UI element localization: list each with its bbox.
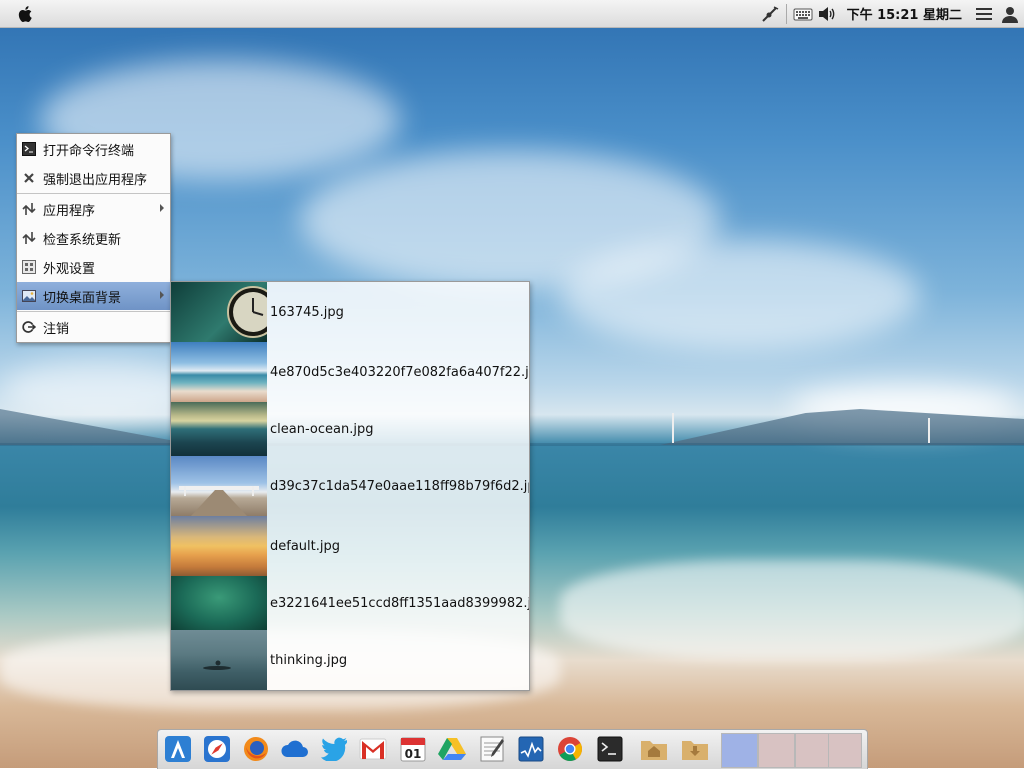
- picture-icon: [22, 289, 36, 303]
- submenu-arrow-icon: [160, 291, 164, 299]
- menu-separator: [17, 193, 170, 194]
- wallpaper-thumbnail: [171, 456, 267, 516]
- home-folder-icon[interactable]: [639, 734, 669, 764]
- calendar-icon[interactable]: 01: [398, 734, 428, 764]
- wallpaper-thumbnail: [171, 516, 267, 576]
- downloads-folder-icon[interactable]: [680, 734, 710, 764]
- arrows-icon: [22, 231, 36, 245]
- menu-separator: [17, 311, 170, 312]
- menu-item-label: 应用程序: [43, 203, 96, 219]
- menu-item-label: 切换桌面背景: [43, 290, 122, 306]
- wallpaper-item[interactable]: clean-ocean.jpg: [171, 402, 529, 456]
- menu-item-check-updates[interactable]: 检查系统更新: [17, 224, 170, 252]
- terminal-icon: [22, 142, 36, 156]
- cloud: [560, 240, 920, 350]
- menu-lines-icon[interactable]: [972, 0, 996, 27]
- wallpaper-thumbnail: [171, 282, 267, 342]
- wallpaper-filename: 4e870d5c3e403220f7e082fa6a407f22.jpg: [270, 364, 530, 380]
- clock[interactable]: 下午 15:21 星期二: [847, 4, 962, 23]
- wallpaper-submenu: 163745.jpg 4e870d5c3e403220f7e082fa6a407…: [170, 281, 530, 691]
- sailboat: [672, 413, 674, 443]
- chrome-icon[interactable]: [555, 734, 585, 764]
- calendar-day: 01: [404, 747, 422, 761]
- wallpaper-thumbnail: [171, 402, 267, 456]
- menu-item-label: 检查系统更新: [43, 232, 122, 248]
- tray-divider: [785, 3, 787, 24]
- safari-icon[interactable]: [202, 734, 232, 764]
- dock: 01: [157, 729, 868, 769]
- gmail-icon[interactable]: [358, 734, 388, 764]
- menu-item-force-quit[interactable]: 强制退出应用程序: [17, 164, 170, 192]
- menu-item-appearance[interactable]: 外观设置: [17, 253, 170, 281]
- wallpaper-filename: thinking.jpg: [270, 652, 348, 668]
- desktop-context-menu: 打开命令行终端 强制退出应用程序 应用程序 检查系统更新 外观设置 切换桌面背景: [16, 133, 171, 343]
- volume-icon[interactable]: [815, 0, 839, 27]
- wallpaper-item[interactable]: e3221641ee51ccd8ff1351aad8399982.jpg: [171, 576, 529, 630]
- firefox-icon[interactable]: [241, 734, 271, 764]
- wallpaper-item[interactable]: d39c37c1da547e0aae118ff98b79f6d2.jpg: [171, 456, 529, 516]
- wallpaper-item[interactable]: thinking.jpg: [171, 630, 529, 690]
- surf-foam: [560, 560, 1024, 660]
- workspace-3[interactable]: [795, 733, 832, 768]
- wallpaper-filename: 163745.jpg: [270, 304, 344, 320]
- wallpaper-thumbnail: [171, 630, 267, 690]
- system-tray: 下午 15:21 星期二: [758, 0, 1024, 27]
- system-monitor-icon[interactable]: [516, 734, 546, 764]
- wallpaper-thumbnail: [171, 342, 267, 402]
- twitter-icon[interactable]: [319, 734, 349, 764]
- menu-item-open-terminal[interactable]: 打开命令行终端: [17, 135, 170, 163]
- workspace-4[interactable]: [828, 733, 862, 768]
- wallpaper-item[interactable]: 4e870d5c3e403220f7e082fa6a407f22.jpg: [171, 342, 529, 402]
- wallpaper-item[interactable]: default.jpg: [171, 516, 529, 576]
- wallpaper-item[interactable]: 163745.jpg: [171, 282, 529, 342]
- submenu-arrow-icon: [160, 204, 164, 212]
- logout-icon: [22, 320, 36, 334]
- top-panel: 下午 15:21 星期二: [0, 0, 1024, 28]
- cloud-icon[interactable]: [280, 734, 310, 764]
- workspace-2[interactable]: [758, 733, 795, 768]
- user-icon[interactable]: [996, 0, 1024, 27]
- arrows-icon: [22, 202, 36, 216]
- settings-panel-icon: [22, 260, 36, 274]
- menu-item-label: 注销: [43, 321, 70, 337]
- menu-item-logout[interactable]: 注销: [17, 313, 170, 341]
- workspace-1[interactable]: [721, 733, 758, 768]
- menu-item-change-wallpaper[interactable]: 切换桌面背景: [17, 282, 170, 310]
- drive-icon[interactable]: [437, 734, 467, 764]
- menu-item-label: 外观设置: [43, 261, 96, 277]
- sailboat: [928, 418, 930, 443]
- wallpaper-filename: clean-ocean.jpg: [270, 421, 374, 437]
- network-icon[interactable]: [758, 0, 782, 27]
- terminal-icon[interactable]: [595, 734, 625, 764]
- wallpaper-thumbnail: [171, 576, 267, 630]
- close-x-icon: [22, 171, 36, 185]
- wallpaper-filename: d39c37c1da547e0aae118ff98b79f6d2.jpg: [270, 478, 530, 494]
- apple-logo-icon[interactable]: [16, 4, 36, 24]
- wallpaper-filename: default.jpg: [270, 538, 340, 554]
- menu-item-label: 打开命令行终端: [43, 143, 135, 159]
- keyboard-icon[interactable]: [791, 0, 815, 27]
- menu-item-applications[interactable]: 应用程序: [17, 195, 170, 223]
- launcher-icon[interactable]: [163, 734, 193, 764]
- text-editor-icon[interactable]: [477, 734, 507, 764]
- menu-item-label: 强制退出应用程序: [43, 172, 148, 188]
- wallpaper-filename: e3221641ee51ccd8ff1351aad8399982.jpg: [270, 595, 530, 611]
